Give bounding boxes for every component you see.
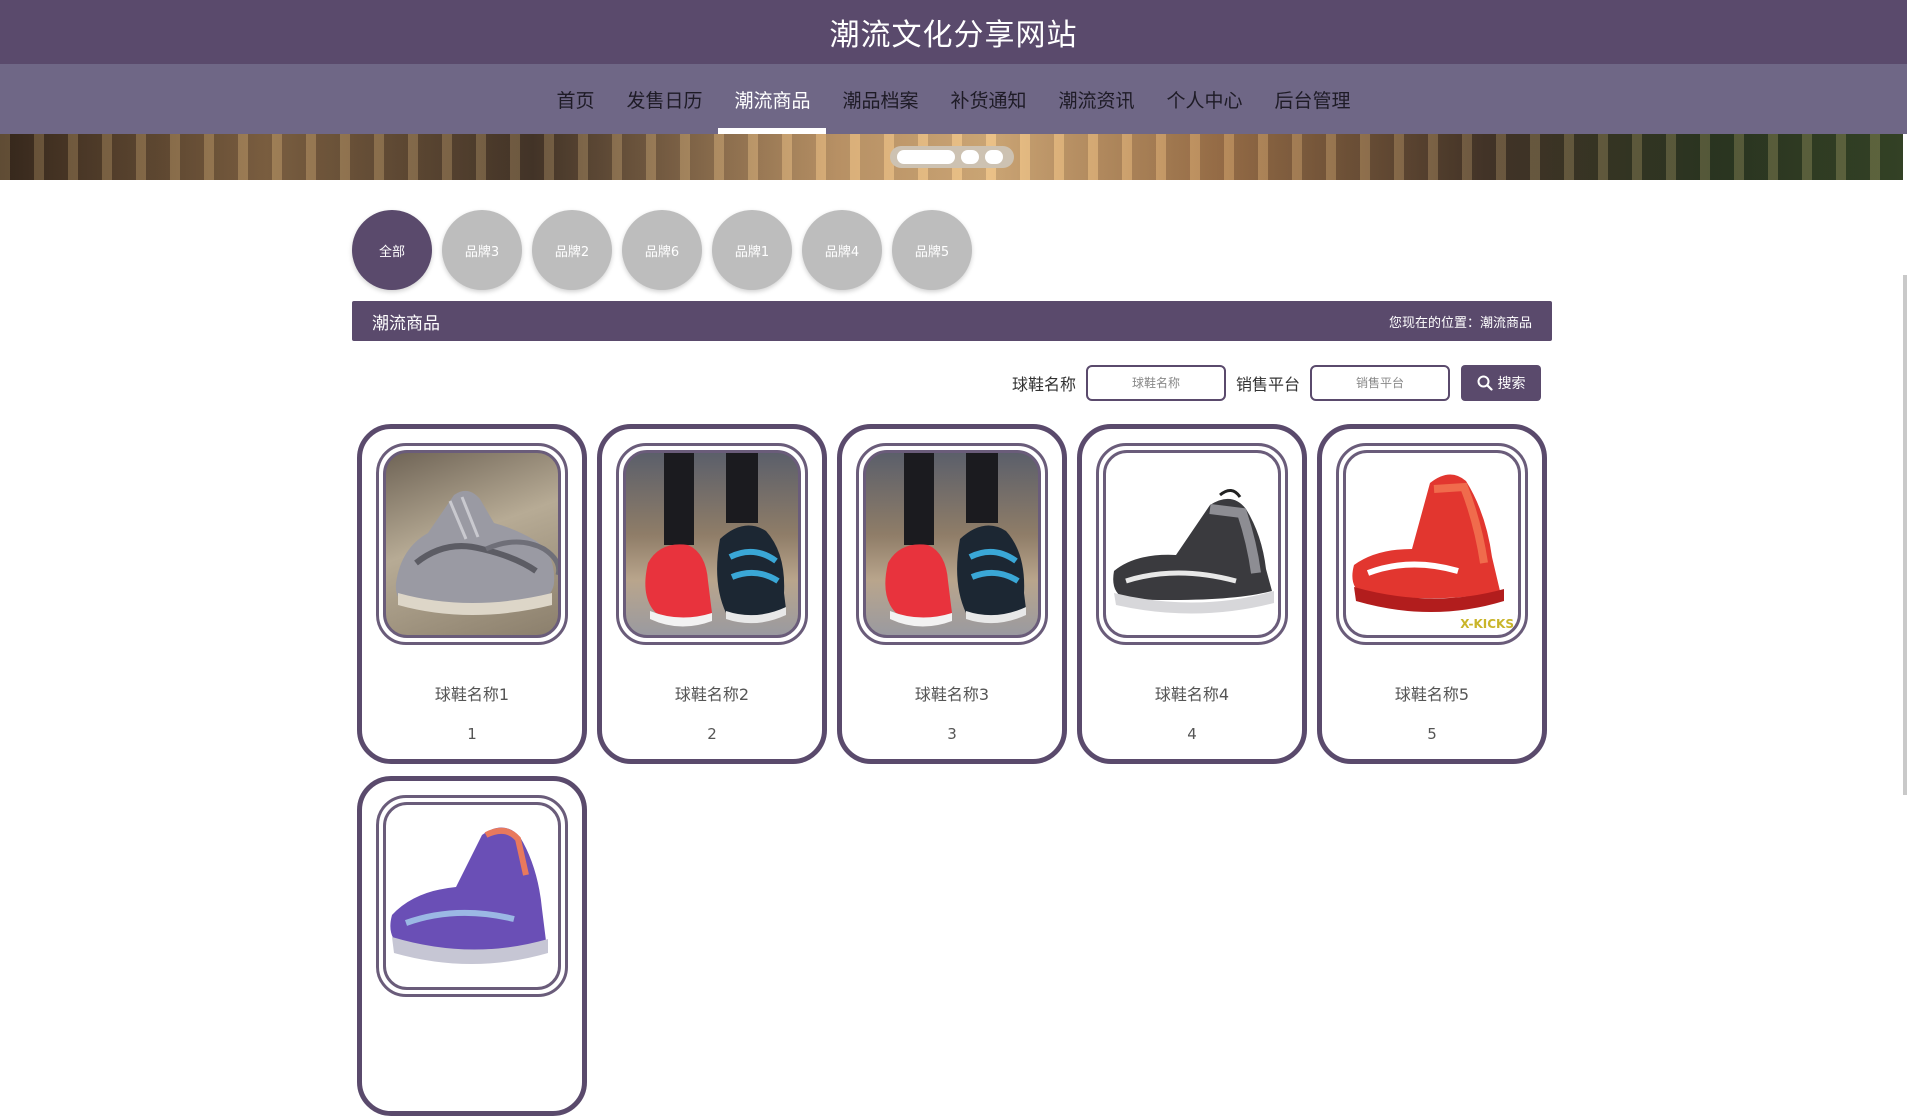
product-image bbox=[863, 450, 1041, 638]
nav-trend-products[interactable]: 潮流商品 bbox=[718, 64, 827, 134]
product-image: X-KICKS bbox=[1343, 450, 1521, 638]
carousel-dot-2[interactable] bbox=[961, 150, 979, 164]
brand-4[interactable]: 品牌4 bbox=[802, 210, 882, 290]
brand-6[interactable]: 品牌6 bbox=[622, 210, 702, 290]
red-blue-sneakers-icon bbox=[645, 453, 786, 627]
red-sneaker-icon bbox=[1352, 474, 1504, 612]
nav-home[interactable]: 首页 bbox=[540, 64, 610, 134]
product-card[interactable] bbox=[357, 776, 587, 1116]
search-form: 球鞋名称 销售平台 搜索 bbox=[1012, 365, 1542, 401]
brand-1[interactable]: 品牌1 bbox=[712, 210, 792, 290]
product-name: 球鞋名称4 bbox=[1154, 685, 1230, 704]
product-price: 4 bbox=[1187, 725, 1197, 743]
carousel-indicator bbox=[890, 146, 1014, 168]
carousel-dot-1[interactable] bbox=[897, 150, 955, 164]
name-label: 球鞋名称 bbox=[1012, 375, 1077, 394]
brand-all[interactable]: 全部 bbox=[352, 210, 432, 290]
carousel-dot-3[interactable] bbox=[985, 150, 1003, 164]
brand-2[interactable]: 品牌2 bbox=[532, 210, 612, 290]
product-name: 球鞋名称5 bbox=[1394, 685, 1470, 704]
product-image bbox=[623, 450, 801, 638]
product-price: 3 bbox=[947, 725, 957, 743]
brand-3[interactable]: 品牌3 bbox=[442, 210, 522, 290]
nav-personal-center[interactable]: 个人中心 bbox=[1151, 64, 1259, 134]
product-image-frame bbox=[376, 443, 568, 645]
main-nav: 首页 发售日历 潮流商品 潮品档案 补货通知 潮流资讯 个人中心 后台管理 bbox=[0, 64, 1907, 134]
product-name: 球鞋名称3 bbox=[914, 685, 990, 704]
section-header: 潮流商品 您现在的位置：潮流商品 bbox=[352, 301, 1552, 341]
platform-label: 销售平台 bbox=[1236, 375, 1301, 394]
product-name: 球鞋名称1 bbox=[434, 685, 510, 704]
nav-trend-news[interactable]: 潮流资讯 bbox=[1043, 64, 1151, 134]
nav-admin[interactable]: 后台管理 bbox=[1259, 64, 1367, 134]
nav-product-archive[interactable]: 潮品档案 bbox=[826, 64, 934, 134]
product-name: 球鞋名称2 bbox=[674, 685, 750, 704]
product-card[interactable]: X-KICKS 球鞋名称5 5 bbox=[1317, 424, 1547, 764]
scrollbar-thumb[interactable] bbox=[1903, 275, 1907, 795]
header-bar: 潮流文化分享网站 bbox=[0, 0, 1907, 64]
product-image-frame bbox=[376, 795, 568, 997]
product-card[interactable]: 球鞋名称3 3 bbox=[837, 424, 1067, 764]
purple-sneaker-icon bbox=[390, 827, 548, 964]
section-title: 潮流商品 bbox=[372, 313, 440, 334]
product-image-frame bbox=[1096, 443, 1288, 645]
product-price: 2 bbox=[707, 725, 717, 743]
platform-input[interactable] bbox=[1310, 365, 1451, 401]
product-card[interactable]: 球鞋名称2 2 bbox=[597, 424, 827, 764]
product-image bbox=[1103, 450, 1281, 638]
product-watermark: X-KICKS bbox=[1460, 617, 1514, 631]
brand-filter: 全部 品牌3 品牌2 品牌6 品牌1 品牌4 品牌5 bbox=[352, 210, 972, 290]
product-image-frame: X-KICKS bbox=[1336, 443, 1528, 645]
nav-restock-notice[interactable]: 补货通知 bbox=[935, 64, 1043, 134]
sneaker-name-input[interactable] bbox=[1086, 365, 1227, 401]
product-price: 5 bbox=[1427, 725, 1437, 743]
product-image bbox=[383, 802, 561, 990]
search-button-label: 搜索 bbox=[1497, 376, 1526, 392]
product-card[interactable]: 球鞋名称4 4 bbox=[1077, 424, 1307, 764]
product-price: 1 bbox=[467, 725, 477, 743]
product-image-frame bbox=[856, 443, 1048, 645]
product-image-frame bbox=[616, 443, 808, 645]
black-sneaker-icon bbox=[1113, 489, 1274, 614]
red-blue-sneakers-icon bbox=[885, 453, 1026, 627]
product-card[interactable]: 球鞋名称1 1 bbox=[357, 424, 587, 764]
brand-5[interactable]: 品牌5 bbox=[892, 210, 972, 290]
search-button[interactable]: 搜索 bbox=[1461, 365, 1542, 401]
product-image bbox=[383, 450, 561, 638]
breadcrumb: 您现在的位置：潮流商品 bbox=[1388, 315, 1532, 331]
nav-release-calendar[interactable]: 发售日历 bbox=[610, 64, 718, 134]
site-title: 潮流文化分享网站 bbox=[829, 18, 1078, 53]
silver-sneaker-icon bbox=[395, 490, 558, 615]
search-icon bbox=[1477, 375, 1493, 391]
